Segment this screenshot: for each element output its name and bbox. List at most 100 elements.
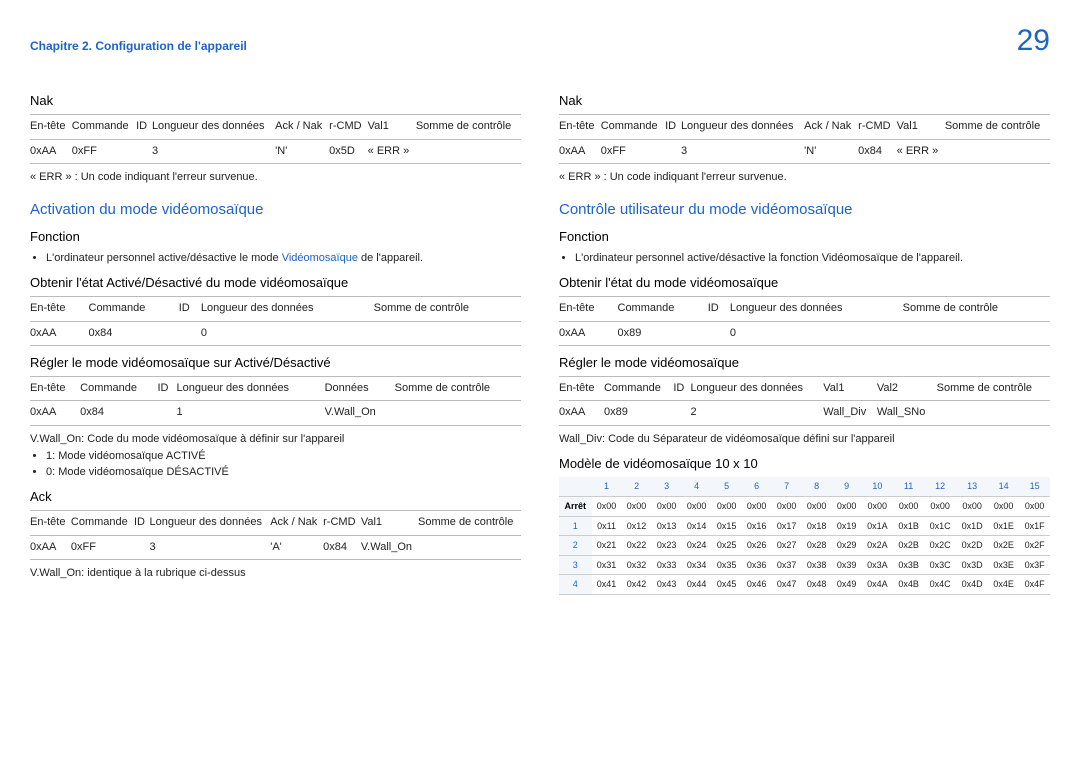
td: 'N' [275, 139, 329, 163]
matrix-cell: 0x21 [592, 536, 622, 556]
matrix-col-head: 10 [862, 477, 893, 496]
matrix-row-head: 1 [559, 516, 592, 536]
matrix-cell: 0x4B [893, 575, 924, 595]
matrix-cell: 0x48 [802, 575, 832, 595]
matrix-col-head: 6 [742, 477, 772, 496]
th: En-tête [559, 377, 604, 401]
matrix-cell: 0x34 [682, 555, 712, 575]
th: Somme de contrôle [374, 297, 521, 321]
matrix-cell: 0x1C [924, 516, 956, 536]
th: r-CMD [329, 115, 367, 139]
matrix-cell: 0x00 [622, 497, 652, 517]
th: En-tête [30, 511, 71, 535]
matrix-col-head: 2 [622, 477, 652, 496]
err-note: « ERR » : Un code indiquant l'erreur sur… [30, 170, 521, 185]
matrix-cell: 0x26 [742, 536, 772, 556]
right-column: Nak En-tête Commande ID Longueur des don… [559, 84, 1050, 595]
th: Commande [601, 115, 665, 139]
td [937, 401, 1050, 425]
th: r-CMD [323, 511, 361, 535]
td: V.Wall_On [361, 535, 418, 559]
matrix-cell: 0x33 [652, 555, 682, 575]
matrix-col-head: 14 [988, 477, 1019, 496]
blue-word: Vidéomosaïque [282, 252, 358, 264]
matrix-cell: 0x28 [802, 536, 832, 556]
th: Longueur des données [201, 297, 374, 321]
td: 0xAA [30, 321, 89, 345]
matrix-cell: 0x17 [772, 516, 802, 536]
th: ID [708, 297, 730, 321]
th: r-CMD [858, 115, 896, 139]
th: Commande [604, 377, 673, 401]
td: 0x84 [80, 401, 157, 425]
td: « ERR » [897, 139, 945, 163]
matrix-cell: 0x31 [592, 555, 622, 575]
th: Somme de contrôle [418, 511, 521, 535]
obtain-table-right: En-tête Commande ID Longueur des données… [559, 296, 1050, 346]
td [179, 321, 201, 345]
matrix-cell: 0x2A [862, 536, 893, 556]
th: Longueur des données [730, 297, 903, 321]
matrix-title: Modèle de vidéomosaïque 10 x 10 [559, 455, 1050, 473]
matrix-cell: 0x35 [712, 555, 742, 575]
th: Somme de contrôle [395, 377, 521, 401]
th: Somme de contrôle [945, 115, 1050, 139]
td: 0xFF [601, 139, 665, 163]
td: 0 [201, 321, 374, 345]
matrix-cell: 0x44 [682, 575, 712, 595]
walldiv-note: Wall_Div: Code du Séparateur de vidéomos… [559, 432, 1050, 447]
matrix-cell: 0x41 [592, 575, 622, 595]
th: ID [136, 115, 152, 139]
td [945, 139, 1050, 163]
th: Somme de contrôle [416, 115, 521, 139]
fn-title: Fonction [559, 228, 1050, 246]
td [708, 321, 730, 345]
td: 3 [149, 535, 270, 559]
matrix-col-head: 11 [893, 477, 924, 496]
matrix-cell: 0x19 [832, 516, 862, 536]
td [416, 139, 521, 163]
th: Longueur des données [152, 115, 275, 139]
set-table-right: En-tête Commande ID Longueur des données… [559, 376, 1050, 426]
matrix-cell: 0x00 [1019, 497, 1050, 517]
th: Ack / Nak [275, 115, 329, 139]
text: L'ordinateur personnel active/désactive … [46, 252, 282, 264]
matrix-cell: 0x38 [802, 555, 832, 575]
obtain-title: Obtenir l'état du mode vidéomosaïque [559, 274, 1050, 292]
matrix-cell: 0x00 [712, 497, 742, 517]
obtain-title: Obtenir l'état Activé/Désactivé du mode … [30, 274, 521, 292]
matrix-cell: 0x00 [772, 497, 802, 517]
th: Longueur des données [681, 115, 804, 139]
matrix-cell: 0x4F [1019, 575, 1050, 595]
th: En-tête [559, 115, 601, 139]
td: 0xFF [72, 139, 136, 163]
bullet: 1: Mode vidéomosaïque ACTIVÉ [46, 449, 521, 464]
matrix-cell: 0x27 [772, 536, 802, 556]
matrix-cell: 0x2D [956, 536, 988, 556]
th: ID [134, 511, 150, 535]
matrix-cell: 0x22 [622, 536, 652, 556]
matrix-cell: 0x16 [742, 516, 772, 536]
td: 0xAA [559, 321, 618, 345]
ack-note: V.Wall_On: identique à la rubrique ci-de… [30, 566, 521, 581]
th: En-tête [30, 377, 80, 401]
nak-title: Nak [30, 92, 521, 110]
matrix-col-head: 9 [832, 477, 862, 496]
matrix-cell: 0x3B [893, 555, 924, 575]
matrix-cell: 0x00 [682, 497, 712, 517]
matrix-cell: 0x4A [862, 575, 893, 595]
ack-table-left: En-tête Commande ID Longueur des données… [30, 510, 521, 560]
th: Val1 [361, 511, 418, 535]
matrix-cell: 0x36 [742, 555, 772, 575]
td: 0xAA [30, 401, 80, 425]
matrix-cell: 0x24 [682, 536, 712, 556]
matrix-cell: 0x3F [1019, 555, 1050, 575]
td: 0x84 [858, 139, 896, 163]
matrix-cell: 0x45 [712, 575, 742, 595]
matrix-cell: 0x00 [832, 497, 862, 517]
matrix-cell: 0x39 [832, 555, 862, 575]
matrix-cell: 0x3E [988, 555, 1019, 575]
matrix-off-label: Arrêt [559, 497, 592, 517]
left-column: Nak En-tête Commande ID Longueur des don… [30, 84, 521, 595]
td: Wall_Div [823, 401, 877, 425]
